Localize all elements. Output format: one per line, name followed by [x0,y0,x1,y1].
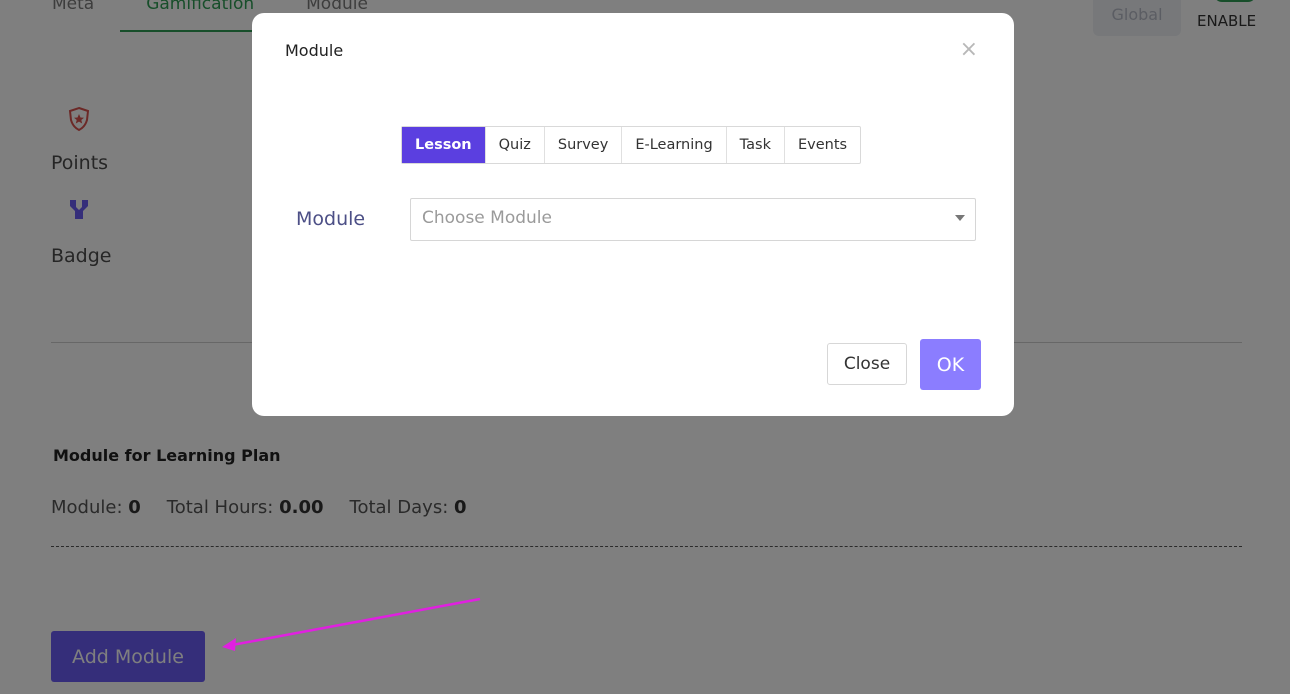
module-field-label: Module [296,208,366,230]
tab-task[interactable]: Task [727,127,785,163]
ok-button[interactable]: OK [920,339,981,390]
module-select[interactable]: Choose Module [410,198,976,241]
tab-events[interactable]: Events [785,127,860,163]
tab-lesson[interactable]: Lesson [402,127,486,163]
modal-title: Module [285,41,344,60]
tab-quiz[interactable]: Quiz [486,127,545,163]
tab-e-learning[interactable]: E-Learning [622,127,727,163]
close-icon[interactable]: × [960,37,978,62]
chevron-down-icon [955,215,965,221]
module-select-placeholder: Choose Module [422,208,552,228]
module-modal: Module × Lesson Quiz Survey E-Learning T… [252,13,1014,416]
close-button[interactable]: Close [827,343,907,385]
module-type-tabs: Lesson Quiz Survey E-Learning Task Event… [401,126,862,164]
tab-survey[interactable]: Survey [545,127,623,163]
